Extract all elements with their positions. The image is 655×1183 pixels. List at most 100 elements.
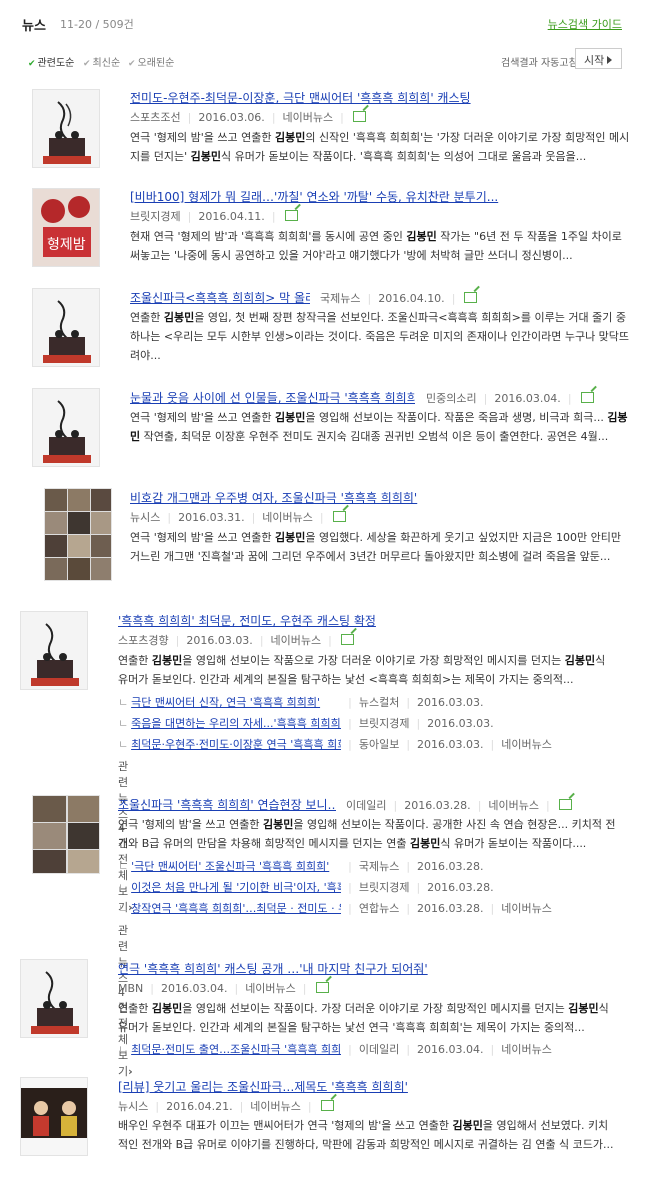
- news-thumbnail[interactable]: [32, 795, 100, 874]
- related-news-link[interactable]: 최덕문·전미도 출연…조울신파극 '흑흑흑 희희희': [131, 1041, 341, 1057]
- news-source: 민중의소리: [426, 392, 477, 405]
- news-description: 연출한 김봉민을 영입해 선보이는 작품이다. 가장 더러운 이야기로 가장 희…: [118, 1002, 609, 1034]
- news-thumbnail[interactable]: [20, 611, 88, 690]
- news-date: 2016.04.21.: [166, 1100, 233, 1113]
- news-search-guide-link[interactable]: 뉴스검색 가이드: [548, 16, 622, 32]
- news-source: 국제뉴스: [320, 292, 361, 305]
- sort-latest[interactable]: ✔ 최신순: [83, 54, 120, 69]
- sort-oldest[interactable]: ✔ 오래된순: [128, 54, 174, 69]
- news-title-link[interactable]: 연극 '흑흑흑 희희희' 캐스팅 공개 …'내 마지막 친구가 되어줘': [118, 960, 618, 977]
- news-date: 2016.03.31.: [178, 511, 245, 524]
- poster-image: [21, 612, 87, 689]
- svg-text:형제밤: 형제밤: [47, 237, 86, 253]
- section-title: 뉴스: [22, 19, 46, 34]
- news-description: 연출한 김봉민을 영입해 선보이는 작품으로 가장 더러운 이야기로 가장 희망…: [118, 654, 606, 686]
- external-link-icon[interactable]: [580, 392, 594, 403]
- external-link-icon[interactable]: [284, 210, 298, 221]
- news-title-link[interactable]: [비바100] 형제가 뭐 길래…'까칠' 연소와 '까탈' 수동, 유치찬란 …: [130, 188, 630, 205]
- news-source: MBN: [118, 982, 144, 995]
- news-thumbnail[interactable]: [32, 288, 100, 367]
- news-title-link[interactable]: 조울신파극 '흑흑흑 희희희' 연습현장 보니…: [118, 796, 336, 813]
- related-news-link[interactable]: 최덕문·우현주·전미도·이장훈 연극 '흑흑흑 희희희': [131, 736, 341, 752]
- naver-news-link[interactable]: 네이버뉴스: [271, 634, 322, 647]
- news-description: 연극 '형제의 밤'을 쓰고 연출한 김봉민을 영입했다. 세상을 화끈하게 웃…: [130, 531, 621, 563]
- news-meta: 민중의소리 | 2016.03.04. |: [426, 390, 594, 406]
- sort-relevance-label: 관련도순: [37, 58, 75, 69]
- external-link-icon[interactable]: [558, 799, 572, 810]
- external-link-icon[interactable]: [315, 982, 329, 993]
- news-source: 스포츠경향: [118, 634, 169, 647]
- news-thumbnail[interactable]: [20, 959, 88, 1038]
- related-news-item: ㄴ 극단 맨씨어터 신작, 연극 '흑흑흑 희희희' | 뉴스컬처 | 2016.03.0…: [118, 694, 484, 710]
- related-news-link[interactable]: 죽음을 대면하는 우리의 자세...'흑흑흑 희희희': [131, 715, 341, 731]
- external-link-icon[interactable]: [352, 111, 366, 122]
- news-title-link[interactable]: [리뷰] 웃기고 울리는 조울신파극…제목도 '흑흑흑 희희희': [118, 1078, 618, 1095]
- news-date: 2016.03.04.: [494, 392, 561, 405]
- related-source: 연합뉴스: [358, 902, 400, 915]
- related-source: 동아일보: [358, 738, 400, 751]
- news-date: 2016.04.11.: [198, 210, 265, 223]
- poster-image: [21, 960, 87, 1037]
- news-thumbnail[interactable]: [32, 388, 100, 467]
- related-news-link[interactable]: '극단 맨씨어터' 조울신파극 '흑흑흑 희희희': [131, 858, 341, 874]
- news-title-link[interactable]: 비호감 개그맨과 우주병 여자, 조울신파극 '흑흑흑 희희희': [130, 489, 530, 506]
- news-title-link[interactable]: 눈물과 웃음 사이에 선 인물들, 조울신파극 '흑흑흑 희희희': [130, 389, 415, 406]
- related-news-link[interactable]: 극단 맨씨어터 신작, 연극 '흑흑흑 희희희': [131, 694, 341, 710]
- related-source: 브릿지경제: [358, 881, 410, 894]
- poster-image: [33, 90, 99, 167]
- naver-news-link[interactable]: 네이버뉴스: [501, 1043, 552, 1056]
- check-icon: ✔: [128, 59, 136, 69]
- news-description: 연극 '형제의 밤'을 쓰고 연출한 김봉민의 신작인 '흑흑흑 희희희'는 '…: [130, 131, 630, 163]
- related-news-item: ㄴ '극단 맨씨어터' 조울신파극 '흑흑흑 희희희' | 국제뉴스 | 2016.03.…: [118, 858, 484, 874]
- related-news-item: ㄴ창작연극 '흑흑흑 희희희'…최덕문 · 전미도 · 우현주|연합뉴스|201…: [118, 900, 552, 916]
- related-source: 뉴스컬처: [358, 696, 400, 709]
- news-title-link[interactable]: 조울신파극<흑흑흑 희희희> 막 올라: [130, 289, 310, 306]
- news-date: 2016.04.10.: [378, 292, 445, 305]
- poster-image: [33, 289, 99, 366]
- news-description: 현재 연극 '형제의 밤'과 '흑흑흑 희희희'를 동시에 공연 중인 김봉민 …: [130, 230, 622, 262]
- external-link-icon[interactable]: [320, 1100, 334, 1111]
- naver-news-link[interactable]: 네이버뉴스: [488, 799, 539, 812]
- naver-news-link[interactable]: 네이버뉴스: [283, 111, 334, 124]
- news-date: 2016.03.03.: [186, 634, 253, 647]
- related-source: 국제뉴스: [358, 860, 400, 873]
- related-source: 이데일리: [358, 1043, 400, 1056]
- news-title-link[interactable]: '흑흑흑 희희희' 최덕문, 전미도, 우현주 캐스팅 확정: [118, 612, 618, 629]
- naver-news-link[interactable]: 네이버뉴스: [501, 902, 552, 915]
- news-description: 연극 '형제의 밤'을 쓰고 연출한 김봉민을 영입해 선보이는 작품이다. 공…: [118, 818, 616, 850]
- chevron-right-icon: ›: [128, 1065, 133, 1078]
- news-thumbnail[interactable]: 형제밤: [32, 188, 100, 267]
- photo-collage-image: [45, 489, 111, 580]
- news-thumbnail[interactable]: [20, 1077, 88, 1156]
- naver-news-link[interactable]: 네이버뉴스: [250, 1100, 301, 1113]
- naver-news-link[interactable]: 네이버뉴스: [262, 511, 313, 524]
- news-thumbnail[interactable]: [44, 488, 112, 581]
- news-meta: 스포츠경향 | 2016.03.03. | 네이버뉴스 |: [118, 632, 354, 648]
- news-source: 이데일리: [346, 799, 387, 812]
- related-news-link[interactable]: 이것은 처음 만나게 될 '기이한 비극'이자, '흑흑흑 희희희': [131, 879, 341, 895]
- auto-refresh-start-button[interactable]: 시작: [575, 48, 622, 69]
- news-meta: MBN | 2016.03.04. | 네이버뉴스 |: [118, 980, 329, 996]
- news-meta: 이데일리 | 2016.03.28. | 네이버뉴스 |: [346, 797, 572, 813]
- naver-news-link[interactable]: 네이버뉴스: [245, 982, 296, 995]
- sort-relevance[interactable]: ✔ 관련도순: [28, 54, 74, 69]
- poster-image: [33, 389, 99, 466]
- sort-oldest-label: 오래된순: [137, 58, 175, 69]
- related-news-link[interactable]: 창작연극 '흑흑흑 희희희'…최덕문 · 전미도 · 우현주: [131, 900, 341, 916]
- news-meta: 브릿지경제 | 2016.04.11. |: [130, 208, 298, 224]
- related-date: 2016.03.04.: [417, 1043, 484, 1056]
- external-link-icon[interactable]: [464, 292, 478, 303]
- external-link-icon[interactable]: [340, 634, 354, 645]
- naver-news-link[interactable]: 네이버뉴스: [501, 738, 552, 751]
- news-title-link[interactable]: 전미도-우현주-최덕문-이장훈, 극단 맨씨어터 '흑흑흑 희희희' 캐스팅: [130, 89, 630, 106]
- start-label: 시작: [584, 54, 605, 67]
- news-thumbnail[interactable]: [32, 89, 100, 168]
- news-date: 2016.03.06.: [198, 111, 265, 124]
- check-icon: ✔: [83, 59, 91, 69]
- news-meta: 뉴시스 | 2016.03.31. | 네이버뉴스 |: [130, 509, 346, 525]
- check-icon: ✔: [28, 59, 36, 69]
- related-date: 2016.03.03.: [417, 696, 484, 709]
- news-meta: 스포츠조선 | 2016.03.06. | 네이버뉴스 |: [130, 109, 366, 125]
- external-link-icon[interactable]: [332, 511, 346, 522]
- news-meta: 국제뉴스 | 2016.04.10. |: [320, 290, 478, 306]
